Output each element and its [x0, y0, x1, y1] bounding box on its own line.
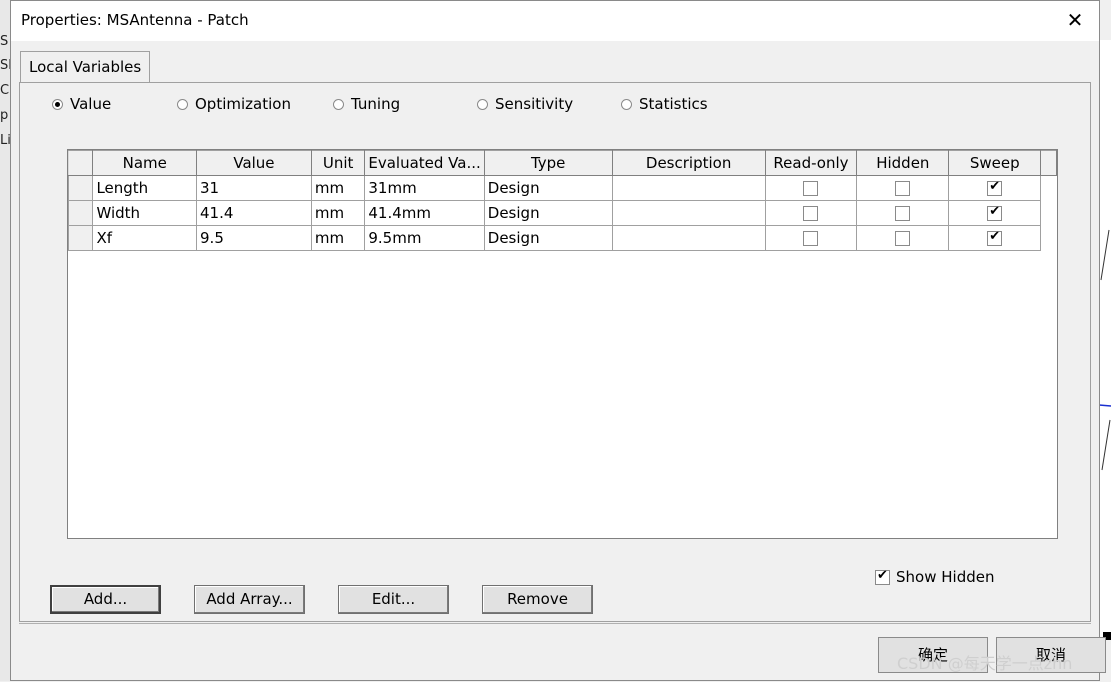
edit-button[interactable]: Edit... — [338, 585, 449, 614]
cell-description[interactable] — [611, 175, 766, 201]
cell-read-only — [764, 175, 858, 201]
remove-button[interactable]: Remove — [482, 585, 593, 614]
row-header[interactable] — [68, 175, 94, 201]
cell-unit[interactable]: mm — [310, 200, 366, 226]
cell-hidden — [856, 200, 950, 226]
cell-hidden — [856, 225, 950, 251]
title-bar: Properties: MSAntenna - Patch ✕ — [11, 1, 1099, 41]
column-header[interactable]: Type — [483, 150, 613, 176]
column-header[interactable]: Evaluated Va... — [364, 150, 485, 176]
tab-strip: Local Variables — [11, 41, 1099, 83]
bg-letter: C — [0, 83, 10, 98]
cell-hidden — [856, 175, 950, 201]
radio-label: Statistics — [639, 95, 708, 113]
radio-label: Tuning — [351, 95, 401, 113]
column-header[interactable]: Value — [196, 150, 312, 176]
radio-selected-icon — [52, 98, 63, 110]
radio-sensitivity[interactable]: Sensitivity — [477, 95, 573, 113]
radio-icon — [333, 98, 344, 110]
table-header-row: Name Value Unit Evaluated Va... Type Des… — [68, 150, 1057, 176]
radio-label: Sensitivity — [495, 95, 574, 113]
view-mode-radios: Value Optimization Tuning Sensitivity St… — [20, 95, 1090, 119]
radio-label: Optimization — [195, 95, 291, 113]
add-button[interactable]: Add... — [50, 585, 161, 614]
sweep-checkbox[interactable] — [987, 204, 1003, 221]
read-only-checkbox[interactable] — [803, 231, 819, 246]
bg-letter: p — [0, 108, 9, 123]
cell-sweep — [948, 225, 1042, 251]
show-hidden-toggle[interactable]: Show Hidden — [875, 568, 994, 586]
column-header[interactable]: Read-only — [764, 150, 858, 176]
cell-evaluated: 41.4mm — [364, 200, 485, 226]
row-header-corner — [68, 150, 94, 176]
radio-optimization[interactable]: Optimization — [177, 95, 291, 113]
cell-unit[interactable]: mm — [310, 225, 366, 251]
row-header[interactable] — [68, 225, 94, 251]
variables-grid: Name Value Unit Evaluated Va... Type Des… — [67, 149, 1058, 539]
table-row[interactable]: Width 41.4 mm 41.4mm Design — [68, 200, 1057, 226]
radio-icon — [621, 98, 632, 110]
watermark: CSDN @每天学一点zhn — [897, 654, 1073, 673]
cell-name[interactable]: Xf — [92, 225, 198, 251]
radio-icon — [177, 98, 188, 110]
footer-separator — [19, 623, 1091, 624]
column-header[interactable]: Unit — [310, 150, 366, 176]
radio-tuning[interactable]: Tuning — [333, 95, 400, 113]
row-filler — [1040, 225, 1057, 251]
column-header[interactable]: Description — [611, 150, 766, 176]
read-only-checkbox[interactable] — [803, 181, 819, 196]
cell-read-only — [764, 200, 858, 226]
cell-value[interactable]: 9.5 — [196, 225, 312, 251]
cell-read-only — [764, 225, 858, 251]
bg-letter: S — [0, 34, 9, 49]
cell-value[interactable]: 31 — [196, 175, 312, 201]
cell-unit[interactable]: mm — [310, 175, 366, 201]
cell-description[interactable] — [611, 225, 766, 251]
radio-icon — [477, 98, 488, 110]
column-header[interactable]: Name — [92, 150, 198, 176]
cell-description[interactable] — [611, 200, 766, 226]
background-plot-lines — [1098, 229, 1111, 640]
radio-statistics[interactable]: Statistics — [621, 95, 708, 113]
row-filler — [1040, 175, 1057, 201]
cell-sweep — [948, 175, 1042, 201]
window-title: Properties: MSAntenna - Patch — [21, 11, 249, 29]
tab-local-variables[interactable]: Local Variables — [20, 51, 151, 83]
cell-evaluated: 31mm — [364, 175, 485, 201]
cell-type[interactable]: Design — [483, 200, 613, 226]
column-header[interactable]: Sweep — [948, 150, 1042, 176]
cell-evaluated: 9.5mm — [364, 225, 485, 251]
close-icon[interactable]: ✕ — [1063, 9, 1087, 31]
hidden-checkbox[interactable] — [895, 206, 911, 221]
hidden-checkbox[interactable] — [895, 231, 911, 246]
variables-table: Name Value Unit Evaluated Va... Type Des… — [68, 150, 1057, 251]
read-only-checkbox[interactable] — [803, 206, 819, 221]
show-hidden-label: Show Hidden — [896, 568, 995, 586]
hidden-checkbox[interactable] — [895, 181, 911, 196]
column-header[interactable]: Hidden — [856, 150, 950, 176]
cell-sweep — [948, 200, 1042, 226]
cell-type[interactable]: Design — [483, 175, 613, 201]
radio-value[interactable]: Value — [52, 95, 111, 113]
local-variables-panel: Value Optimization Tuning Sensitivity St… — [19, 82, 1091, 622]
sweep-checkbox[interactable] — [987, 229, 1003, 246]
row-header[interactable] — [68, 200, 94, 226]
properties-dialog: Properties: MSAntenna - Patch ✕ Local Va… — [10, 0, 1106, 681]
cell-name[interactable]: Length — [92, 175, 198, 201]
sweep-checkbox[interactable] — [987, 179, 1003, 196]
cell-value[interactable]: 41.4 — [196, 200, 312, 226]
table-row[interactable]: Length 31 mm 31mm Design — [68, 175, 1057, 201]
radio-label: Value — [70, 95, 112, 113]
cell-name[interactable]: Width — [92, 200, 198, 226]
add-array-button[interactable]: Add Array... — [194, 585, 305, 614]
cell-type[interactable]: Design — [483, 225, 613, 251]
column-header-filler — [1040, 150, 1057, 176]
table-row[interactable]: Xf 9.5 mm 9.5mm Design — [68, 225, 1057, 251]
show-hidden-checkbox[interactable] — [875, 568, 890, 585]
row-filler — [1040, 200, 1057, 226]
